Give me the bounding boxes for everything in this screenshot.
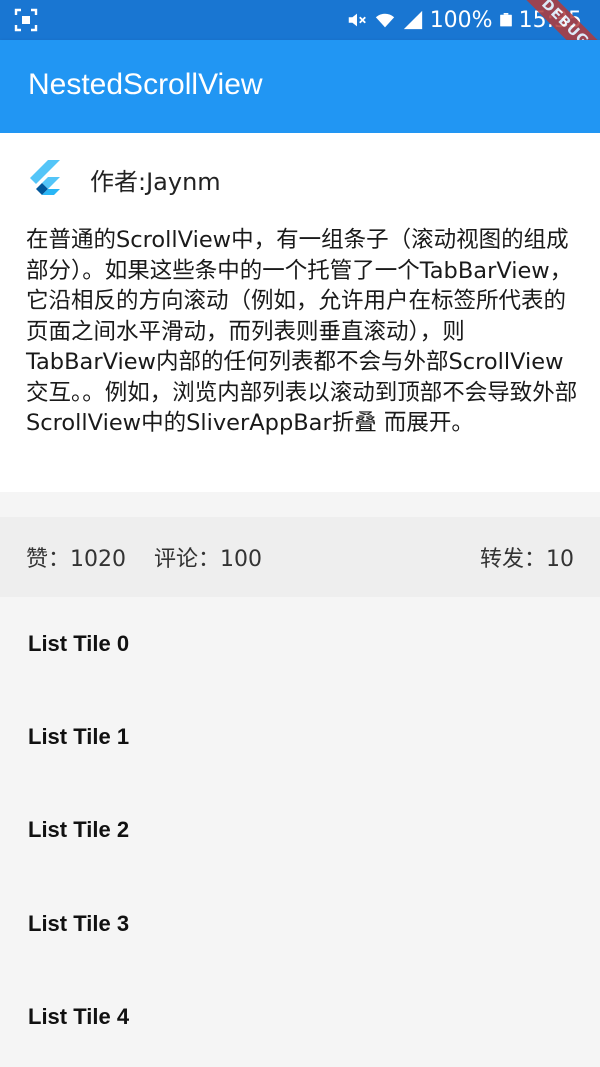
screenshot-icon: [14, 8, 38, 32]
shares-count: 转发：10: [480, 547, 574, 572]
list-tile[interactable]: List Tile 2: [0, 784, 600, 877]
signal-icon: [403, 10, 422, 30]
likes-count: 赞：1020: [26, 547, 126, 572]
list-tile[interactable]: List Tile 3: [0, 877, 600, 970]
author-name: 作者:Jaynm: [90, 167, 221, 196]
list-tile[interactable]: List Tile 4: [0, 971, 600, 1064]
flutter-logo-icon: [30, 160, 60, 195]
list-tile[interactable]: List Tile 0: [0, 597, 600, 690]
stats-bar: 赞：1020 评论：100 转发：10: [0, 517, 600, 597]
tile-list: List Tile 0 List Tile 1 List Tile 2 List…: [0, 597, 600, 1064]
header-card: 作者:Jaynm 在普通的ScrollView中，有一组条子（滚动视图的组成部分…: [0, 133, 600, 492]
description-text: 在普通的ScrollView中，有一组条子（滚动视图的组成部分）。如果这些条中的…: [26, 227, 578, 436]
battery-percent: 100%: [429, 7, 493, 33]
comments-count: 评论：100: [154, 547, 262, 572]
status-bar: 100% 15:35 DEBUG: [0, 0, 600, 84]
wifi-icon: [375, 13, 394, 28]
page-title: NestedScrollView: [28, 68, 263, 101]
mute-icon: [348, 13, 366, 27]
list-tile[interactable]: List Tile 1: [0, 690, 600, 783]
author-row: 作者:Jaynm: [28, 159, 221, 199]
app-bar: NestedScrollView: [0, 40, 600, 133]
battery-icon: [499, 13, 512, 27]
